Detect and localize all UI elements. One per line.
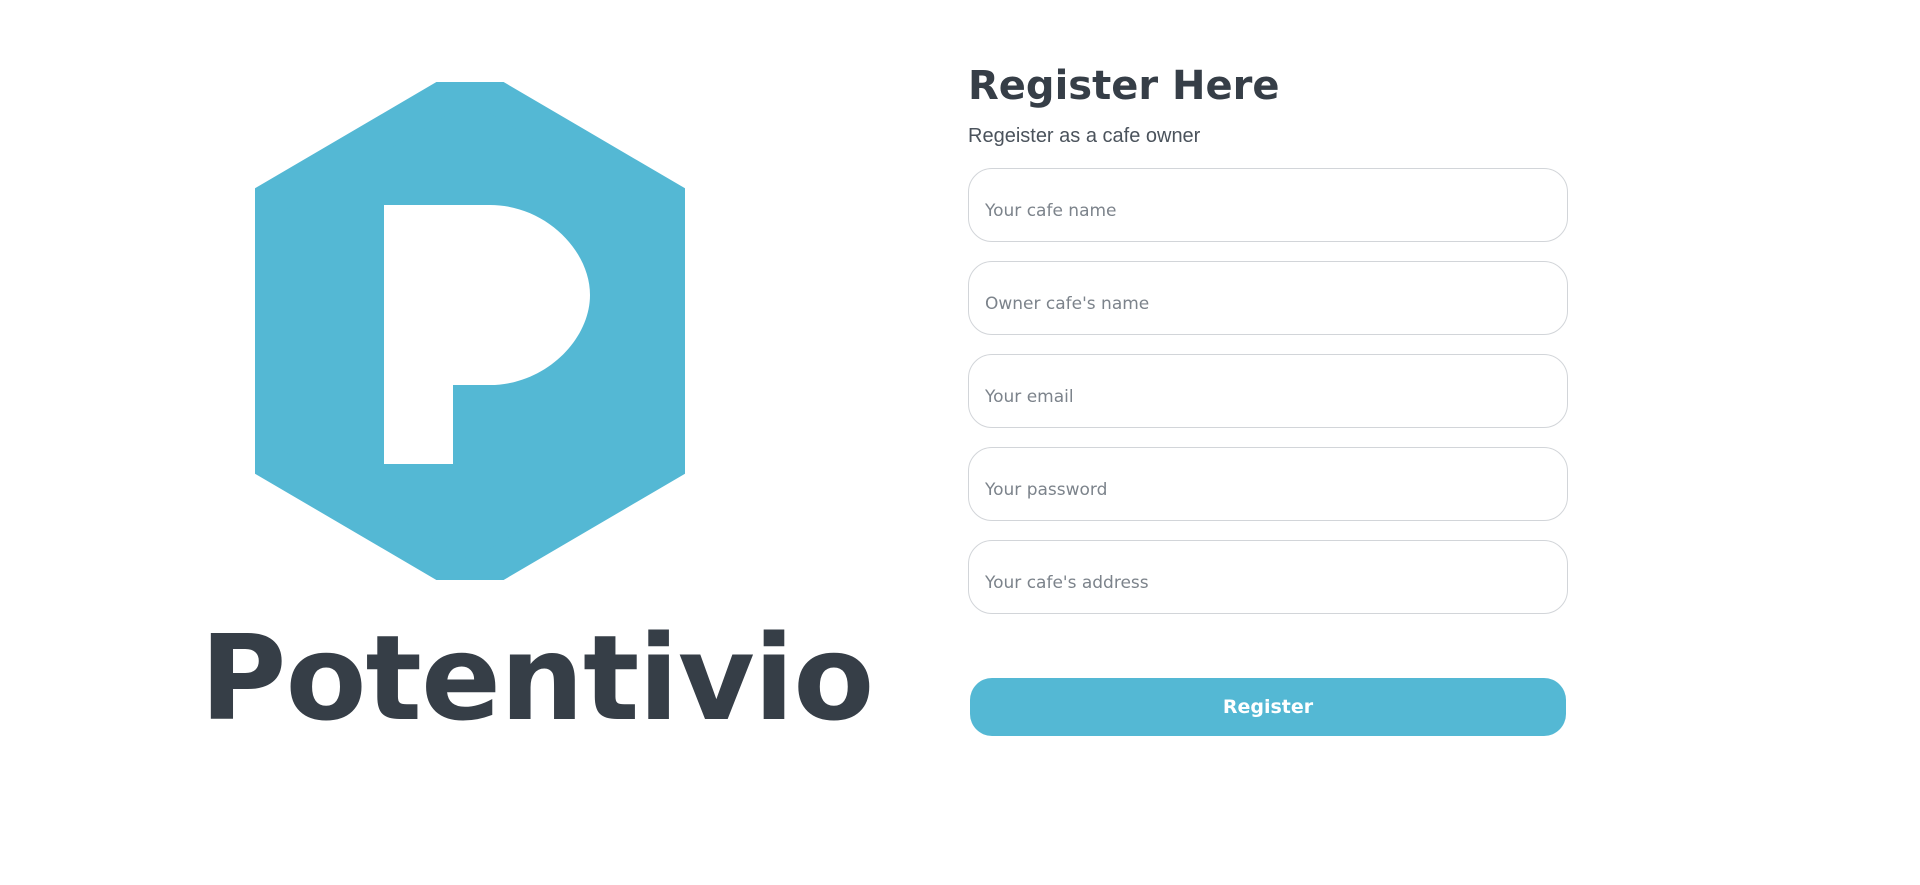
email-field-wrapper	[968, 354, 1568, 428]
register-button[interactable]: Register	[970, 678, 1566, 736]
owner-name-input[interactable]	[969, 262, 1567, 334]
brand-panel: Potentivio	[200, 80, 874, 747]
password-input[interactable]	[969, 448, 1567, 520]
page-title: Register Here	[968, 63, 1280, 109]
page-subtitle: Regeister as a cafe owner	[968, 125, 1201, 147]
cafe-address-field-wrapper	[968, 540, 1568, 614]
register-form: Register Here Regeister as a cafe owner …	[968, 56, 1568, 736]
cafe-name-input[interactable]	[969, 169, 1567, 241]
email-input[interactable]	[969, 355, 1567, 427]
cafe-address-input[interactable]	[969, 541, 1567, 613]
cafe-name-field-wrapper	[968, 168, 1568, 242]
owner-name-field-wrapper	[968, 261, 1568, 335]
brand-name: Potentivio	[200, 609, 874, 747]
form-fields	[968, 168, 1568, 614]
password-field-wrapper	[968, 447, 1568, 521]
potentivio-logo-icon	[255, 82, 685, 580]
